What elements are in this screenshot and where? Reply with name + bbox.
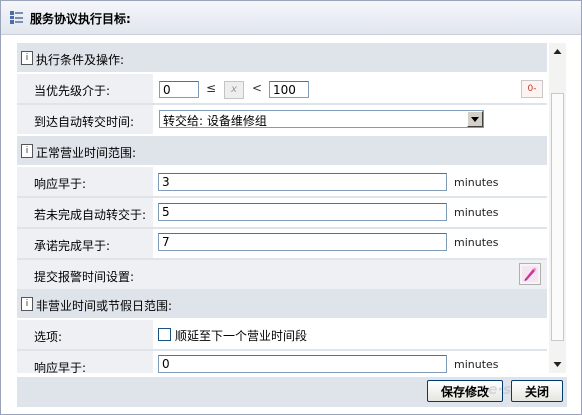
priority-reset-button[interactable]: 0-	[521, 80, 543, 98]
priority-min-input[interactable]: 0	[159, 81, 199, 98]
scroll-up-arrow-icon[interactable]	[549, 43, 566, 60]
vertical-scrollbar[interactable]	[549, 43, 566, 373]
defer-checkbox-label: 顺延至下一个营业时间段	[175, 329, 308, 343]
form-content: i 执行条件及操作: 当优先级介于: 0 ≤ x < 100 0- 到达自动转交…	[17, 43, 547, 373]
section-business-hours: i 正常营业时间范围:	[17, 136, 547, 165]
scroll-down-arrow-icon[interactable]	[549, 356, 566, 373]
unfinished-transfer-input[interactable]: 5	[158, 203, 447, 221]
watermark-logo: e·s	[488, 382, 512, 398]
button-bar: 保存修改 关闭	[17, 377, 567, 407]
alert-settings-label: 提交报警时间设置:	[34, 270, 135, 284]
less-than-symbol: <	[252, 81, 263, 95]
auto-transfer-label: 到达自动转交时间:	[34, 115, 135, 129]
defer-checkbox[interactable]	[158, 328, 171, 341]
promise-complete-label: 承诺完成早于:	[34, 239, 111, 253]
promise-complete-input[interactable]: 7	[158, 233, 447, 251]
respond-input[interactable]: 3	[158, 173, 447, 191]
section-title: 非营业时间或节假日范围:	[36, 299, 173, 313]
row-respond: 响应早于: 3 minutes	[17, 167, 547, 196]
options-label: 选项:	[34, 330, 63, 344]
variable-x-box: x	[224, 81, 244, 99]
scrollbar-thumb[interactable]	[551, 93, 564, 341]
section-title: 正常营业时间范围:	[36, 146, 137, 160]
section-conditions: i 执行条件及操作:	[17, 43, 547, 72]
row-unfinished-transfer: 若未完成自动转交于: 5 minutes	[17, 198, 547, 227]
dialog-window: 服务协议执行目标: i 执行条件及操作: 当优先级介于: 0 ≤ x < 100…	[0, 0, 582, 415]
non-business-respond-unit: minutes	[454, 358, 499, 371]
row-auto-transfer: 到达自动转交时间: 转交给: 设备维修组	[17, 105, 547, 134]
auto-transfer-value: 转交给: 设备维修组	[163, 114, 267, 128]
row-options: 选项: 顺延至下一个营业时间段	[17, 320, 547, 349]
section-info-icon: i	[21, 144, 33, 158]
row-promise-complete: 承诺完成早于: 7 minutes	[17, 229, 547, 258]
row-non-business-respond: 响应早于: 0 minutes	[17, 351, 547, 373]
priority-label: 当优先级介于:	[34, 84, 111, 98]
row-alert-settings: 提交报警时间设置:	[17, 260, 547, 289]
section-info-icon: i	[21, 297, 33, 311]
unfinished-transfer-unit: minutes	[454, 206, 499, 219]
section-title: 执行条件及操作:	[36, 53, 125, 67]
priority-max-input[interactable]: 100	[269, 81, 309, 98]
promise-complete-unit: minutes	[454, 236, 499, 249]
respond-label: 响应早于:	[34, 177, 87, 191]
auto-transfer-select[interactable]: 转交给: 设备维修组	[159, 110, 484, 128]
section-info-icon: i	[21, 51, 33, 65]
section-non-business: i 非营业时间或节假日范围:	[17, 289, 547, 318]
non-business-respond-input[interactable]: 0	[158, 355, 447, 373]
window-title: 服务协议执行目标:	[30, 12, 131, 26]
edit-pencil-icon[interactable]	[519, 263, 541, 285]
unfinished-transfer-label: 若未完成自动转交于:	[34, 208, 147, 222]
less-equal-symbol: ≤	[206, 81, 217, 95]
row-priority: 当优先级介于: 0 ≤ x < 100 0-	[17, 74, 547, 103]
non-business-respond-label: 响应早于:	[34, 361, 87, 373]
respond-unit: minutes	[454, 176, 499, 189]
dropdown-arrow-icon[interactable]	[467, 111, 483, 127]
close-button[interactable]: 关闭	[511, 380, 563, 402]
title-bar: 服务协议执行目标:	[1, 1, 581, 35]
service-icon	[10, 11, 23, 24]
